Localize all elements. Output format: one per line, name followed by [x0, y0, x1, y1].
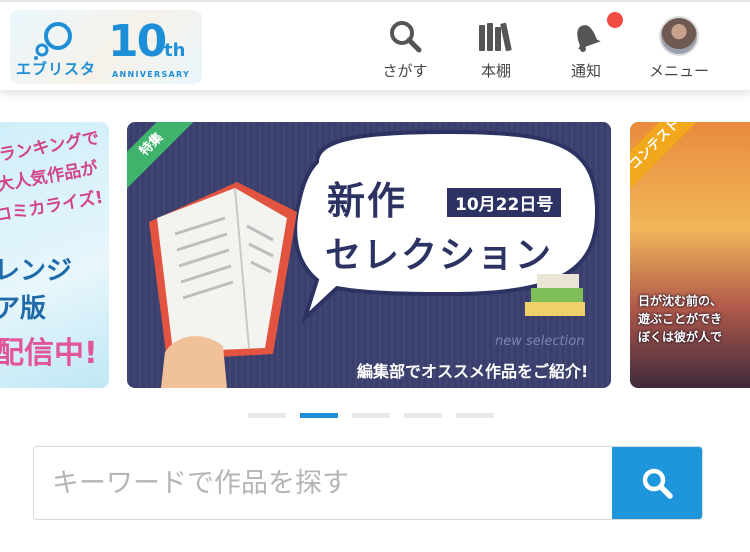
nav-notifications-label: 通知	[570, 62, 601, 80]
carousel-indicator[interactable]	[456, 413, 494, 418]
anniversary-number: 10	[108, 16, 167, 67]
nav-search-label: さがす	[382, 62, 428, 80]
logo-mark-icon	[34, 22, 72, 60]
nav-menu[interactable]: メニュー	[634, 2, 724, 92]
nav-search[interactable]: さがす	[360, 2, 450, 92]
search-icon	[642, 468, 673, 499]
banner-subtitle: セレクション	[325, 235, 554, 276]
bookshelf-icon	[479, 22, 512, 51]
banner-slide-next[interactable]: コンテスト 日が沈む前の、 遊ぶことができ ぼくは彼が人で	[630, 122, 750, 388]
banner-text: レンジ	[0, 256, 73, 286]
banner-text: 遊ぶことができ	[638, 312, 723, 326]
bell-icon	[577, 25, 601, 52]
notification-badge	[607, 12, 623, 28]
search-button[interactable]	[612, 447, 702, 519]
carousel-indicator[interactable]	[248, 413, 286, 418]
user-avatar	[659, 16, 699, 56]
banner-text: ア版	[0, 294, 47, 324]
banner-title: 新作	[327, 179, 408, 223]
contest-ribbon: コンテスト	[630, 122, 704, 194]
banner-carousel: ランキングで 大人気作品が コミカライズ! レンジ ア版 配信中! 特集 新作 …	[0, 122, 750, 390]
search-input[interactable]	[34, 447, 612, 519]
banner-tagline: new selection	[495, 334, 585, 349]
search-icon	[390, 21, 422, 53]
banner-slide-current[interactable]: 特集 新作 10月22日号 セレクション new selection 編集部でオ…	[127, 122, 611, 388]
carousel-indicators	[248, 413, 494, 418]
nav-menu-label: メニュー	[648, 62, 709, 80]
carousel-indicator-active[interactable]	[300, 413, 338, 418]
banner-text: 日が沈む前の、	[638, 294, 723, 308]
banner-slide-previous[interactable]: ランキングで 大人気作品が コミカライズ! レンジ ア版 配信中!	[0, 122, 109, 388]
nav-bookshelf[interactable]: 本棚	[451, 2, 541, 92]
search-bar	[33, 446, 703, 520]
site-logo[interactable]: エブリスタ 10 th ANNIVERSARY	[10, 10, 202, 84]
banner-text: 配信中!	[0, 336, 98, 371]
carousel-indicator[interactable]	[404, 413, 442, 418]
banner-text: ぼくは彼が人で	[638, 330, 723, 344]
banner-caption: 編集部でオススメ作品をご紹介!	[357, 362, 589, 381]
app-header: エブリスタ 10 th ANNIVERSARY さがす 本棚 通知 メニュー	[0, 0, 750, 90]
banner-date-tag: 10月22日号	[447, 188, 562, 217]
carousel-indicator[interactable]	[352, 413, 390, 418]
brand-name: エブリスタ	[16, 60, 97, 78]
anniversary-label: ANNIVERSARY	[112, 70, 191, 79]
anniversary-suffix: th	[164, 40, 186, 61]
nav-bookshelf-label: 本棚	[480, 62, 511, 80]
